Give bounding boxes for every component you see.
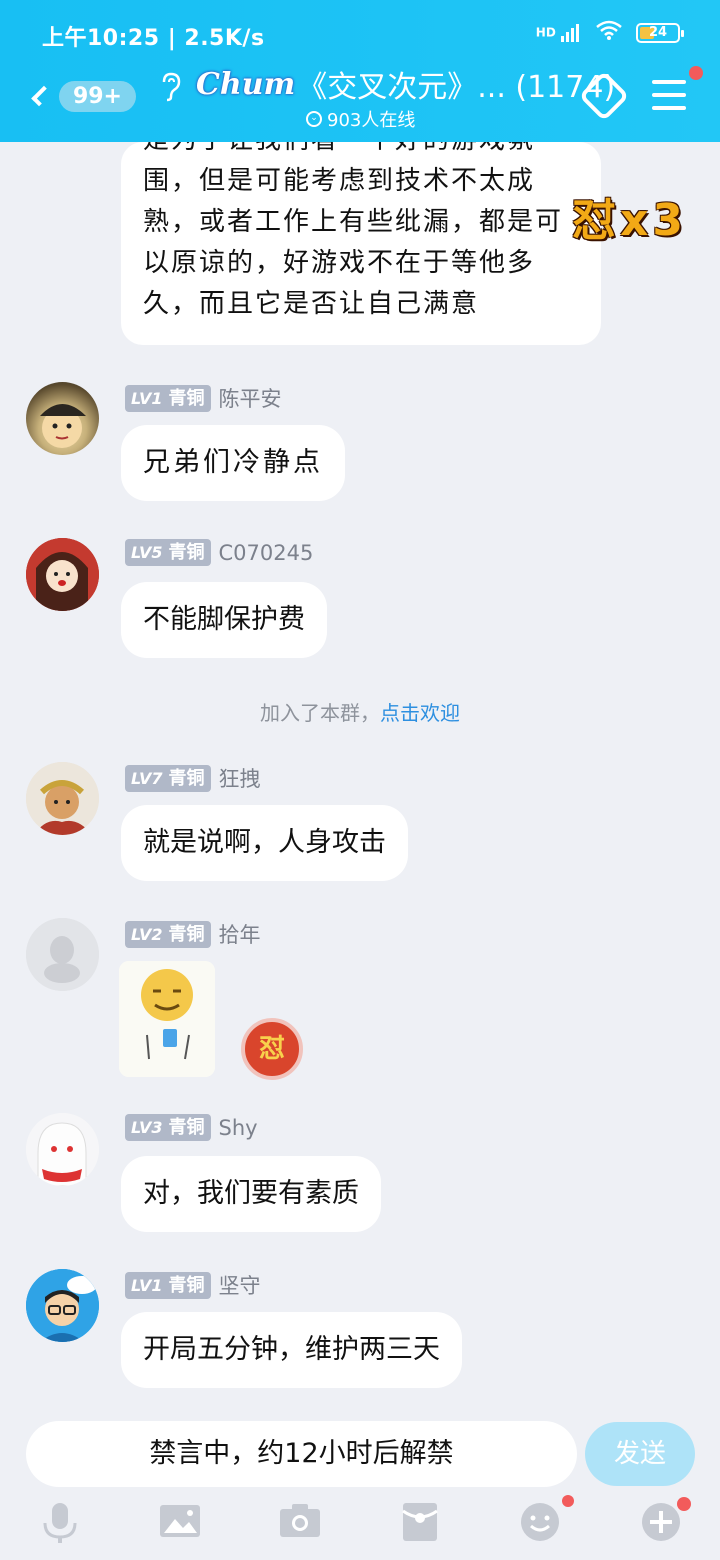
status-time: 上午10:25 | 2.5K/s bbox=[42, 26, 265, 51]
message-bubble-partial[interactable]: 是为了让我们看一个好的游戏氛围，但是可能考虑到技术不太成熟，或者工作上有些纰漏，… bbox=[121, 142, 601, 345]
rank-label: 青铜 bbox=[168, 923, 205, 945]
rank-label: 青铜 bbox=[168, 1274, 205, 1296]
sticker-image[interactable] bbox=[119, 961, 215, 1077]
group-title-area[interactable]: Chum 《交叉次元》... (1174) bbox=[196, 62, 615, 106]
group-title: Chum 《交叉次元》... (1174) bbox=[196, 62, 615, 106]
level-label: LV1 bbox=[131, 1275, 163, 1295]
level-badge: LV7 青铜 bbox=[125, 764, 211, 792]
chat-header: 上午10:25 | 2.5K/s HD 24 99+ Chum 《交叉次元》..… bbox=[0, 0, 720, 142]
avatar[interactable] bbox=[26, 382, 99, 455]
system-notice: 加入了本群，点击欢迎 bbox=[0, 697, 720, 726]
welcome-link[interactable]: 点击欢迎 bbox=[380, 701, 460, 725]
online-count[interactable]: ⌄ 903人在线 bbox=[306, 106, 415, 132]
chevron-left-icon bbox=[31, 85, 52, 107]
message-meta: LV3 青铜 Shy bbox=[125, 1114, 258, 1141]
unread-badge: 99+ bbox=[58, 80, 136, 112]
message-bubble[interactable]: 兄弟们冷静点 bbox=[121, 425, 345, 501]
menu-icon[interactable] bbox=[652, 80, 686, 119]
level-label: LV7 bbox=[131, 768, 163, 788]
camera-icon[interactable] bbox=[279, 1501, 320, 1541]
battery-icon: 24 bbox=[636, 22, 684, 43]
level-label: LV3 bbox=[131, 1118, 163, 1137]
red-packet-icon[interactable] bbox=[400, 1501, 440, 1541]
avatar[interactable] bbox=[26, 538, 99, 611]
rank-label: 青铜 bbox=[168, 767, 205, 789]
plus-icon[interactable] bbox=[640, 1501, 680, 1541]
emoji-icon[interactable] bbox=[519, 1501, 559, 1541]
ear-icon[interactable] bbox=[160, 72, 182, 109]
level-badge: LV1 青铜 bbox=[125, 1271, 211, 1299]
battery-level: 24 bbox=[648, 25, 668, 40]
image-icon[interactable] bbox=[159, 1501, 200, 1541]
rank-label: 青铜 bbox=[168, 542, 205, 563]
level-label: LV2 bbox=[131, 924, 163, 944]
back-button[interactable]: 99+ bbox=[26, 76, 136, 116]
status-icons: HD 24 bbox=[535, 20, 684, 45]
message-meta: LV1 青铜 坚守 bbox=[125, 1270, 261, 1300]
signal-icon: HD bbox=[535, 23, 582, 42]
network-type-label: HD bbox=[535, 25, 556, 39]
rank-label: 青铜 bbox=[168, 1117, 205, 1138]
level-label: LV1 bbox=[131, 388, 163, 408]
message-bubble[interactable]: 对，我们要有素质 bbox=[121, 1156, 381, 1232]
message-meta: LV2 青铜 拾年 bbox=[125, 919, 261, 949]
notification-dot bbox=[562, 1495, 574, 1507]
reaction-combo: 怼x3 bbox=[572, 195, 687, 246]
system-text: 加入了本群， bbox=[260, 701, 380, 725]
sender-name[interactable]: 坚守 bbox=[219, 1270, 261, 1300]
level-label: LV5 bbox=[131, 543, 163, 562]
avatar[interactable] bbox=[26, 918, 99, 991]
message-bubble[interactable]: 就是说啊，人身攻击 bbox=[121, 805, 408, 881]
message-input[interactable]: 禁言中，约12小时后解禁 bbox=[26, 1421, 577, 1487]
message-bubble[interactable]: 不能脚保护费 bbox=[121, 582, 327, 658]
microphone-icon[interactable] bbox=[40, 1501, 80, 1543]
group-name: 《交叉次元》... (1174) bbox=[297, 70, 616, 105]
input-toolbar bbox=[0, 1495, 720, 1560]
reaction-badge[interactable]: 怼 bbox=[241, 1018, 303, 1080]
message-meta: LV7 青铜 狂拽 bbox=[125, 763, 261, 793]
notification-dot bbox=[689, 66, 703, 80]
sender-name[interactable]: 拾年 bbox=[219, 919, 261, 949]
notification-dot bbox=[677, 1497, 691, 1511]
avatar[interactable] bbox=[26, 1113, 99, 1186]
level-badge: LV3 青铜 bbox=[125, 1114, 211, 1141]
wifi-icon bbox=[596, 20, 622, 45]
level-badge: LV1 青铜 bbox=[125, 384, 211, 412]
sender-name[interactable]: C070245 bbox=[219, 541, 314, 565]
chevron-down-icon: ⌄ bbox=[306, 111, 322, 127]
message-meta: LV1 青铜 陈平安 bbox=[125, 383, 282, 413]
level-badge: LV2 青铜 bbox=[125, 920, 211, 948]
level-badge: LV5 青铜 bbox=[125, 539, 211, 566]
sender-name[interactable]: 狂拽 bbox=[219, 763, 261, 793]
message-meta: LV5 青铜 C070245 bbox=[125, 539, 313, 566]
sender-name[interactable]: Shy bbox=[219, 1116, 258, 1140]
message-bubble[interactable]: 开局五分钟，维护两三天 bbox=[121, 1312, 462, 1388]
avatar[interactable] bbox=[26, 1269, 99, 1342]
send-button[interactable]: 发送 bbox=[585, 1422, 695, 1486]
online-count-label: 903人在线 bbox=[327, 110, 416, 131]
avatar[interactable] bbox=[26, 762, 99, 835]
sender-name[interactable]: 陈平安 bbox=[219, 383, 282, 413]
group-logo: Chum bbox=[196, 66, 296, 102]
message-text: 是为了让我们看一个好的游戏氛围，但是可能考虑到技术不太成熟，或者工作上有些纰漏，… bbox=[143, 142, 564, 319]
status-bar: 上午10:25 | 2.5K/s HD 24 bbox=[0, 0, 720, 64]
rank-label: 青铜 bbox=[168, 387, 205, 409]
